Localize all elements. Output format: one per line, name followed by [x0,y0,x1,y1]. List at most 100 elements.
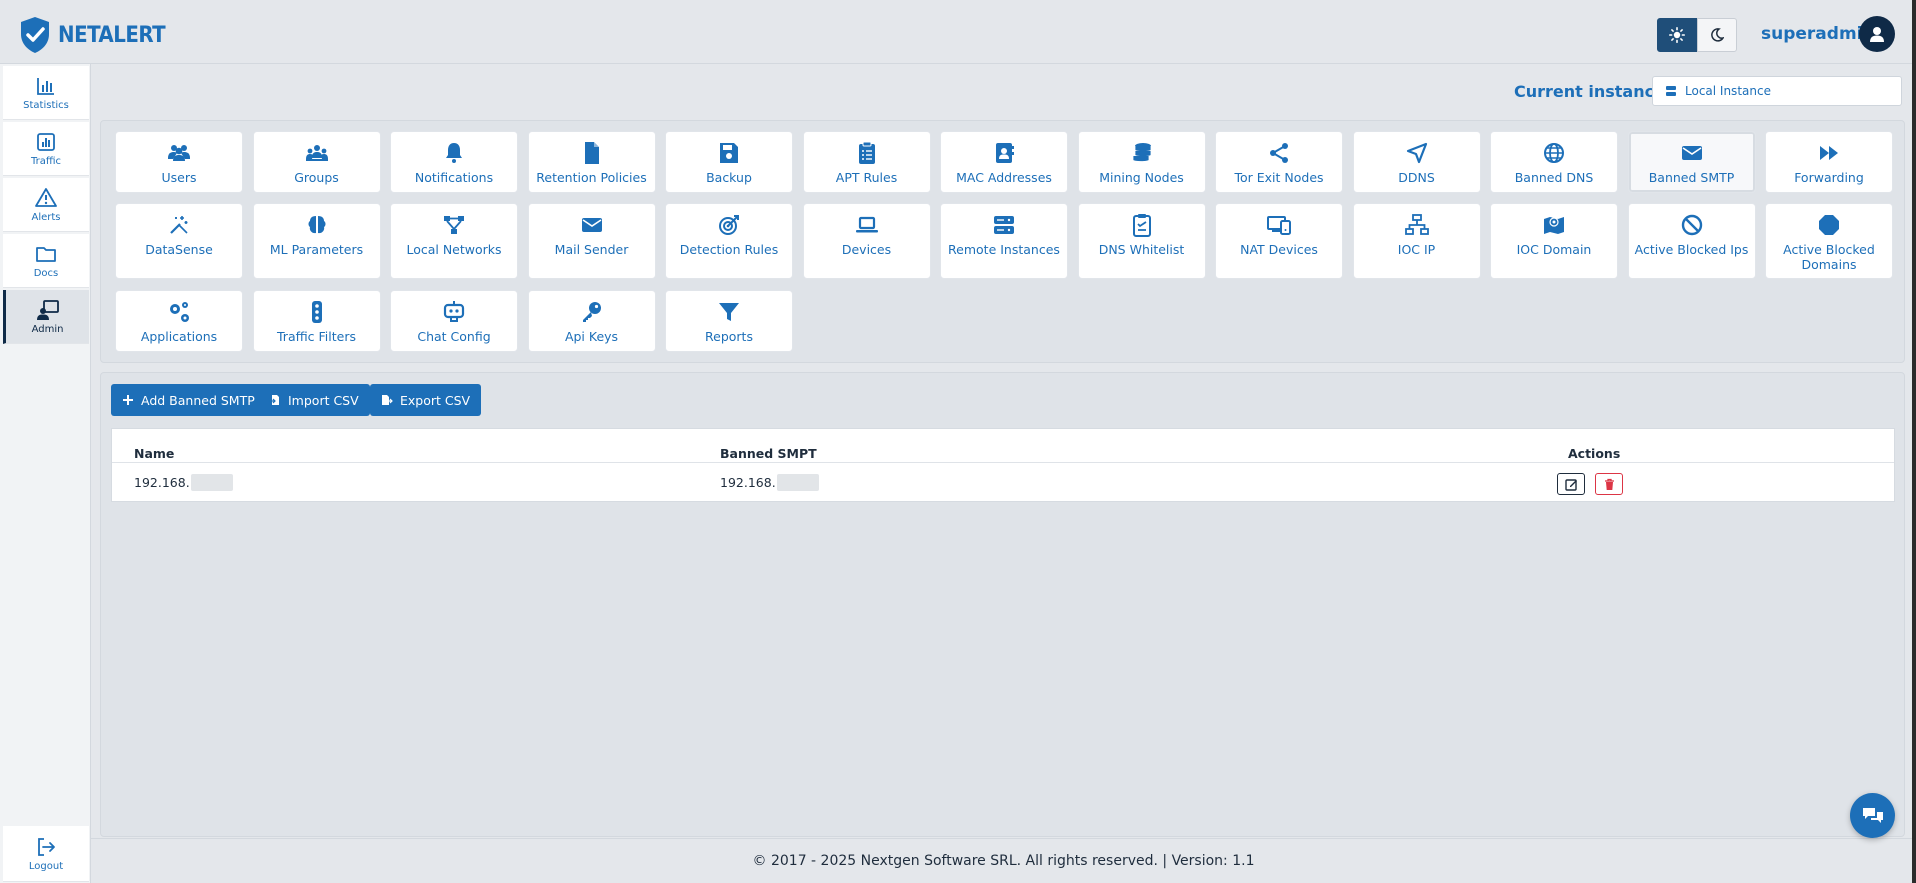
tile-active-blocked-domains[interactable]: Active Blocked Domains [1765,203,1893,279]
key-icon [582,302,601,322]
tile-label: Active Blocked Domains [1783,242,1875,272]
tile-label: Detection Rules [679,242,779,257]
tile-dns-whitelist[interactable]: DNS Whitelist [1077,203,1206,279]
chat-button[interactable] [1850,793,1895,838]
tile-label: Backup [706,170,752,185]
import-csv-button[interactable]: Import CSV [258,384,370,416]
tile-nat-devices[interactable]: NAT Devices [1215,203,1343,279]
add-banned-smtp-button[interactable]: Add Banned SMTP [111,384,266,416]
column-header-banned-smtp: Banned SMPT [720,446,817,461]
tile-ioc-ip[interactable]: IOC IP [1352,203,1481,279]
sun-icon [1669,27,1685,43]
share-icon [1270,143,1288,163]
tile-groups[interactable]: Groups [252,131,381,193]
tile-label: NAT Devices [1240,242,1318,257]
groups-icon [305,145,328,161]
sidebar-item-label: Alerts [31,211,61,223]
username[interactable]: superadmin [1761,24,1875,44]
globe-icon [1544,143,1564,163]
light-theme-button[interactable] [1657,18,1697,52]
scrollbar[interactable] [1912,0,1916,883]
tile-label: Mining Nodes [1099,170,1184,185]
tile-label: Retention Policies [536,170,647,185]
delete-button[interactable] [1595,473,1623,495]
tile-remote-instances[interactable]: Remote Instances [940,203,1068,279]
tile-retention-policies[interactable]: Retention Policies [527,131,656,193]
logout-button[interactable]: Logout [3,826,89,882]
tile-tor-exit-nodes[interactable]: Tor Exit Nodes [1215,131,1343,193]
tile-label: Reports [705,329,753,344]
shield-check-icon [21,17,49,53]
tile-apt-rules[interactable]: APT Rules [802,131,931,193]
instance-value: Local Instance [1685,84,1771,98]
banned-smtp-table: Name Banned SMPT Actions 192.168. 192.16… [111,428,1895,502]
edit-icon [1564,478,1577,491]
tile-banned-dns[interactable]: Banned DNS [1490,131,1618,193]
tile-label: Active Blocked Ips [1634,242,1749,257]
tile-label: DataSense [145,242,213,257]
forward-icon [1820,146,1838,160]
tile-label: Devices [841,242,892,257]
table-cell-name: 192.168. [134,474,233,491]
server-icon [1666,86,1676,96]
tile-active-blocked-ips[interactable]: Active Blocked Ips [1627,203,1756,279]
add-button-label: Add Banned SMTP [141,392,255,408]
tile-datasense[interactable]: DataSense [115,203,243,279]
tile-detection-rules[interactable]: Detection Rules [665,203,793,279]
sidebar-item-admin[interactable]: Admin [3,290,89,344]
tile-notifications[interactable]: Notifications [390,131,518,193]
cell-name-text: 192.168. [134,475,190,490]
column-header-actions: Actions [1568,446,1621,461]
sidebar-item-label: Admin [31,323,64,335]
tile-ddns[interactable]: DDNS [1352,131,1481,193]
tile-users[interactable]: Users [115,131,243,193]
wand-icon [170,216,188,234]
tile-label: Local Networks [406,242,502,257]
sidebar-item-traffic[interactable]: Traffic [3,122,89,176]
cogs-icon [170,302,189,322]
tile-backup[interactable]: Backup [665,131,793,193]
moon-icon [1711,28,1724,42]
tile-label: Traffic Filters [277,329,356,344]
instance-select[interactable]: Local Instance [1652,76,1902,106]
trash-icon [1604,478,1614,490]
sidebar-item-statistics[interactable]: Statistics [3,66,89,120]
file-icon [584,142,599,164]
tile-mail-sender[interactable]: Mail Sender [527,203,656,279]
tile-label: Remote Instances [948,242,1060,257]
tile-api-keys[interactable]: Api Keys [527,290,656,352]
tile-mining-nodes[interactable]: Mining Nodes [1077,131,1206,193]
tile-banned-smtp[interactable]: Banned SMTP [1627,131,1756,193]
dark-theme-button[interactable] [1697,18,1737,52]
traffic-chart-icon [37,132,55,151]
tile-label: Notifications [414,170,494,185]
tile-ml-parameters[interactable]: ML Parameters [252,203,381,279]
ban-icon [1681,214,1702,236]
tile-label: Banned DNS [1514,170,1594,185]
export-csv-button[interactable]: Export CSV [370,384,482,416]
server-icon [994,216,1014,234]
tile-devices[interactable]: Devices [802,203,931,279]
avatar[interactable] [1859,16,1895,52]
redacted-block [776,474,819,491]
file-export-icon [382,395,393,405]
sidebar-item-docs[interactable]: Docs [3,234,89,288]
sidebar-item-alerts[interactable]: Alerts [3,178,89,232]
clipboard-check-icon [1132,214,1151,237]
chat-icon [1862,807,1883,823]
tile-traffic-filters[interactable]: Traffic Filters [252,290,381,352]
tile-chat-config[interactable]: Chat Config [390,290,518,352]
top-bar: NETALERT superadmin [0,0,1916,64]
tile-forwarding[interactable]: Forwarding [1765,131,1893,193]
logo[interactable]: NETALERT [18,16,166,54]
sidebar-item-label: Docs [33,267,59,279]
target-icon [719,215,739,235]
tile-applications[interactable]: Applications [115,290,243,352]
floppy-icon [720,143,738,163]
edit-button[interactable] [1557,473,1585,495]
tile-label: IOC IP [1397,242,1436,257]
tile-mac-addresses[interactable]: MAC Addresses [940,131,1068,193]
tile-local-networks[interactable]: Local Networks [390,203,518,279]
tile-ioc-domain[interactable]: IOC Domain [1490,203,1618,279]
tile-reports[interactable]: Reports [665,290,793,352]
